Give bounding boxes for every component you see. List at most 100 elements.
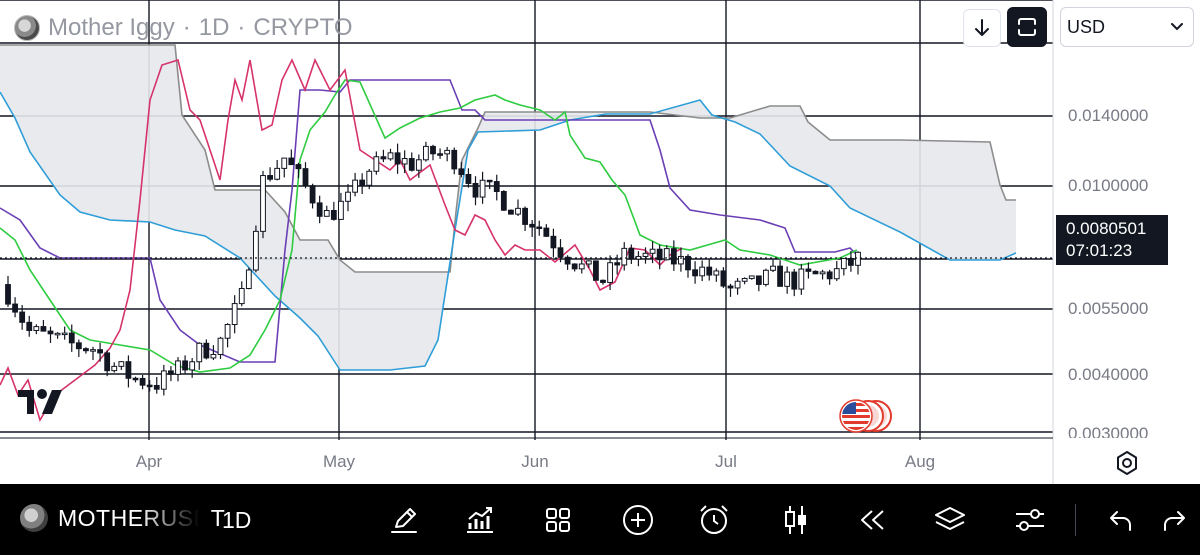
candle-body (68, 332, 75, 344)
candle-body (699, 266, 706, 277)
candle-body (741, 277, 748, 282)
replay-button[interactable] (850, 498, 894, 542)
candles-icon (785, 506, 806, 534)
alert-button[interactable] (692, 498, 736, 542)
candle-body (274, 167, 281, 180)
candle-body (550, 235, 557, 249)
chart-settings-icon[interactable] (1113, 449, 1141, 477)
time-axis-label: Jul (715, 452, 737, 471)
symbol-logo-icon (20, 504, 48, 532)
candle-body (118, 361, 125, 367)
chart-canvas[interactable] (0, 0, 1200, 484)
settings-sliders-button[interactable] (1008, 498, 1052, 542)
candle-body (132, 377, 139, 381)
exchange-label: CRYPTO (253, 14, 353, 41)
candle-body (401, 158, 408, 165)
time-axis-label: Jun (521, 452, 549, 471)
candle-body (33, 326, 40, 331)
scroll-to-realtime-button[interactable] (963, 9, 1001, 47)
candle-body (571, 263, 578, 270)
chart-type-button[interactable] (774, 498, 818, 542)
candle-body (253, 230, 259, 271)
currency-select[interactable]: USD (1060, 7, 1194, 47)
indicators-button[interactable] (458, 498, 502, 542)
candle-body (430, 145, 436, 155)
candle-body (522, 207, 528, 225)
candle-body (245, 269, 252, 290)
candle-body (224, 324, 231, 339)
candle-body (97, 349, 103, 354)
candle-body (543, 227, 550, 237)
candle-body (855, 251, 861, 266)
candle-body (593, 260, 599, 281)
candle-body (366, 170, 373, 186)
candle-body (763, 269, 769, 285)
title-separator: · (182, 14, 191, 41)
indicators-icon (467, 507, 493, 533)
candle-body (508, 209, 514, 215)
candle-body (359, 179, 366, 186)
candle-body (146, 384, 153, 388)
candle-body (423, 145, 429, 161)
candle-body (415, 159, 422, 171)
candle-body (833, 268, 840, 280)
candle-body (614, 262, 621, 266)
candle-body (692, 269, 698, 277)
bottom-interval-button[interactable]: 1D (222, 507, 251, 534)
redo-button[interactable] (1152, 498, 1196, 542)
fit-screen-button[interactable] (1007, 7, 1047, 47)
candle-body (670, 248, 677, 265)
interval-label: 1D (198, 14, 230, 41)
candle-body (465, 173, 472, 184)
arrow-down-icon (975, 19, 989, 36)
candle-body (500, 190, 507, 211)
candle-body (83, 348, 89, 352)
plus-circle-icon (623, 505, 653, 535)
draw-tool-button[interactable] (382, 498, 426, 542)
candle-body (394, 152, 401, 165)
layouts-button[interactable] (536, 498, 580, 542)
time-axis-label: Aug (904, 452, 936, 471)
price-axis-label: 0.0140000 (1068, 106, 1149, 125)
candle-body (812, 270, 819, 275)
candle-body (600, 279, 606, 283)
price-axis-label: 0.0055000 (1068, 299, 1149, 318)
candle-body (805, 268, 812, 272)
candle-body (734, 280, 741, 289)
candle-body (451, 149, 458, 170)
candle-body (578, 263, 585, 270)
candle-body (493, 181, 500, 192)
candle-body (826, 271, 833, 280)
candle-body (26, 321, 33, 331)
layers-button[interactable] (928, 498, 972, 542)
add-button[interactable] (616, 498, 660, 542)
candle-body (5, 284, 11, 305)
candle-body (649, 248, 656, 254)
bottom-toolbar: MOTHERUSDT 1D (0, 484, 1200, 555)
candle-body (748, 275, 755, 279)
candle-body (848, 257, 854, 266)
tradingview-logo-icon (18, 389, 62, 414)
candle-body (104, 352, 111, 372)
undo-icon (1110, 511, 1131, 531)
candle-body (168, 370, 174, 375)
currency-value: USD (1067, 16, 1106, 37)
layers-icon (935, 507, 965, 530)
candle-body (231, 303, 238, 326)
candle-body (217, 337, 224, 355)
toolbar-divider (1075, 504, 1076, 536)
candle-body (770, 265, 776, 271)
candle-body (330, 209, 337, 220)
candle-body (323, 209, 330, 217)
price-axis-label: 0.0040000 (1068, 365, 1149, 384)
candle-body (12, 303, 18, 313)
candle-body (302, 168, 309, 187)
us-flag-badge-icon[interactable] (838, 398, 896, 434)
candle-body (111, 365, 118, 372)
undo-button[interactable] (1099, 498, 1143, 542)
candle-body (309, 185, 316, 204)
chart-title: Mother Iggy · 1D · CRYPTO (14, 12, 353, 44)
candle-body (345, 191, 351, 202)
candle-body (175, 360, 181, 375)
candle-body (210, 353, 217, 359)
